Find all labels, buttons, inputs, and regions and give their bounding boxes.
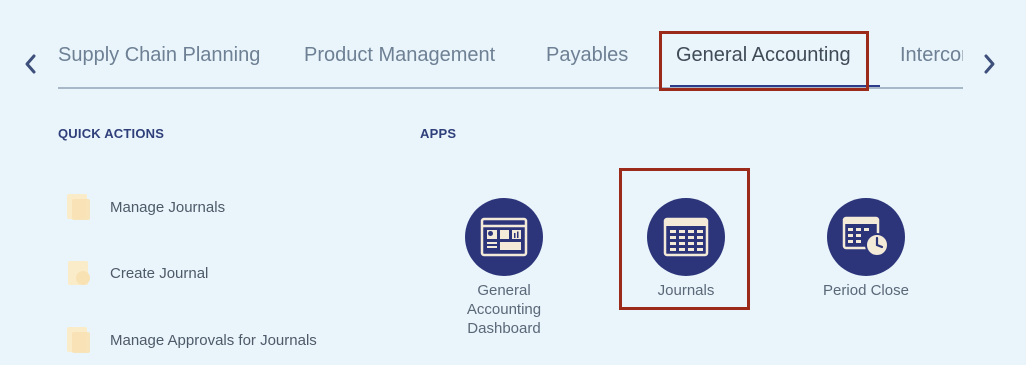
app-journals[interactable]: Journals <box>621 198 751 300</box>
scroll-left-button[interactable] <box>18 50 42 78</box>
chevron-left-icon <box>25 54 36 74</box>
app-period-close[interactable]: Period Close <box>801 198 931 300</box>
apps-title: APPS <box>420 126 457 141</box>
journal-icon <box>64 192 94 222</box>
app-icon-circle <box>465 198 543 276</box>
app-label: Journals <box>657 282 715 299</box>
tab-strip-divider <box>58 87 963 89</box>
tab-product-management[interactable]: Product Management <box>304 44 495 67</box>
quick-action-manage-journals[interactable]: Manage Journals <box>64 192 225 222</box>
approvals-icon <box>64 325 94 355</box>
quick-action-label: Create Journal <box>110 264 209 282</box>
tab-supply-chain-planning[interactable]: Supply Chain Planning <box>58 44 260 67</box>
app-label: General Accounting Dashboard <box>466 282 542 337</box>
app-icon-circle <box>647 198 725 276</box>
journals-icon <box>663 217 709 257</box>
tab-payables[interactable]: Payables <box>546 44 628 67</box>
quick-action-create-journal[interactable]: Create Journal <box>64 258 208 288</box>
tab-intercompany-accounting[interactable]: Intercompany Accounting <box>900 44 963 67</box>
scroll-right-button[interactable] <box>978 50 1002 78</box>
tab-general-accounting[interactable]: General Accounting <box>676 44 851 67</box>
app-general-accounting-dashboard[interactable]: General Accounting Dashboard <box>439 198 569 338</box>
period-close-icon <box>842 216 889 257</box>
quick-actions-title: QUICK ACTIONS <box>58 126 165 141</box>
app-icon-circle <box>827 198 905 276</box>
app-label: Period Close <box>823 282 909 299</box>
tab-strip: Supply Chain Planning Product Management… <box>58 28 963 90</box>
dashboard-icon <box>480 217 528 257</box>
springboard-page: Supply Chain Planning Product Management… <box>0 0 1026 365</box>
create-icon <box>64 258 94 288</box>
quick-action-label: Manage Approvals for Journals <box>110 331 317 349</box>
quick-action-label: Manage Journals <box>110 198 226 216</box>
quick-action-manage-approvals[interactable]: Manage Approvals for Journals <box>64 325 317 355</box>
chevron-right-icon <box>984 54 995 74</box>
